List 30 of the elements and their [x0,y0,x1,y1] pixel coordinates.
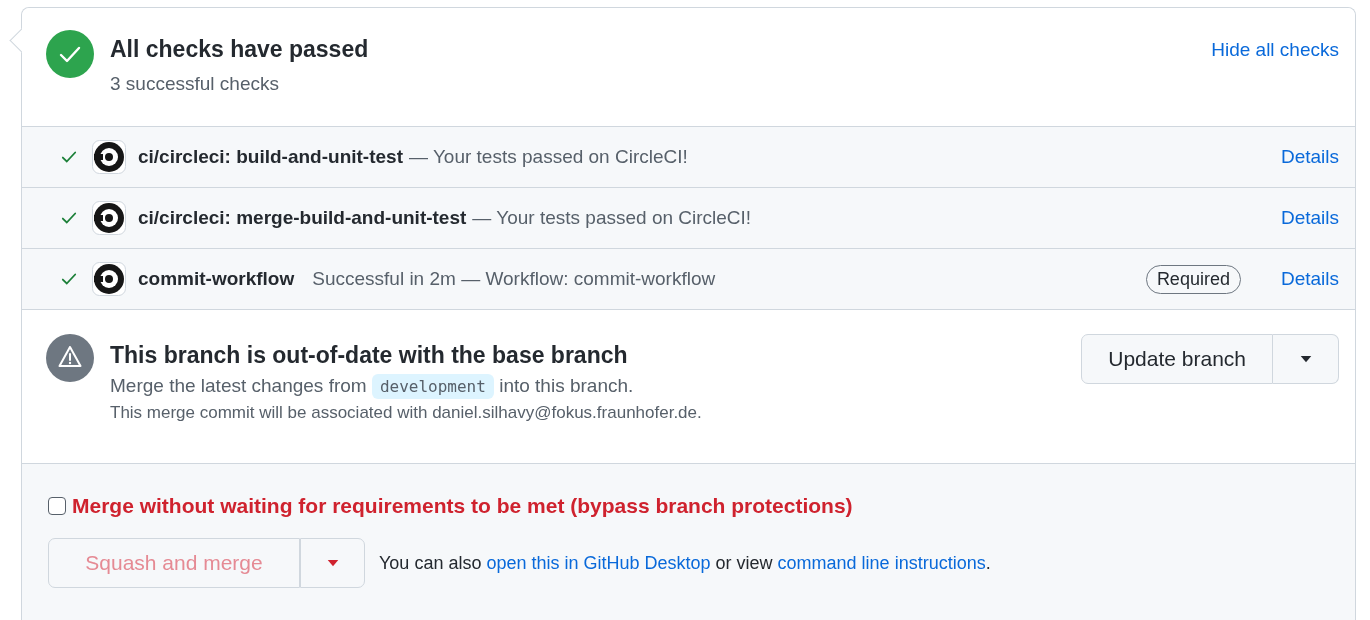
checks-count: 3 successful checks [110,73,280,95]
circle-logo-icon [92,201,126,235]
instructions-link[interactable]: command line instructions [777,552,986,573]
merge-hint: You can also open this in GitHub Desktop or view command line instructions. [379,552,991,574]
circle-logo-icon [92,140,126,174]
update-branch-button[interactable]: Update branch [1081,334,1273,384]
caret-icon [326,559,339,567]
checks-title: All checks have passed [110,36,370,63]
hide-checks-link[interactable]: Hide all checks [1211,39,1339,61]
details-link[interactable]: Details [1280,146,1339,168]
check-description: — Your tests passed on CircleCI! [472,207,752,229]
circle-logo-icon [92,262,126,296]
check-name: commit-workflow [138,268,295,290]
details-link[interactable]: Details [1280,207,1339,229]
update-options-button[interactable] [1273,334,1339,384]
check-name: ci/circleci: build-and-unit-test [138,146,403,168]
instructions-link[interactable]: open this in GitHub Desktop [486,552,711,573]
bypass-checkbox[interactable] [48,497,66,515]
branch-status-message: Merge the latest changes from development into this branch. [110,375,1082,397]
merge-options-button[interactable] [300,538,365,588]
caret-icon [1299,355,1312,363]
check-name: ci/circleci: merge-build-and-unit-test [138,207,467,229]
warning-icon [46,334,94,382]
check-description: Successful in 2m — Workflow: commit-workflow [312,268,716,290]
check-description: — Your tests passed on CircleCI! [409,146,688,168]
branch-name[interactable]: development [371,374,494,399]
merge-commit-note: This merge commit will be associated with daniel.silhavy@fokus.fraunhofer.de. [110,403,703,423]
bypass-label: Merge without waiting for requirements to be met (bypass branch protections) [72,494,853,518]
branch-status-title: This branch is out-of-date with the base branch [110,342,629,369]
details-link[interactable]: Details [1280,268,1339,290]
